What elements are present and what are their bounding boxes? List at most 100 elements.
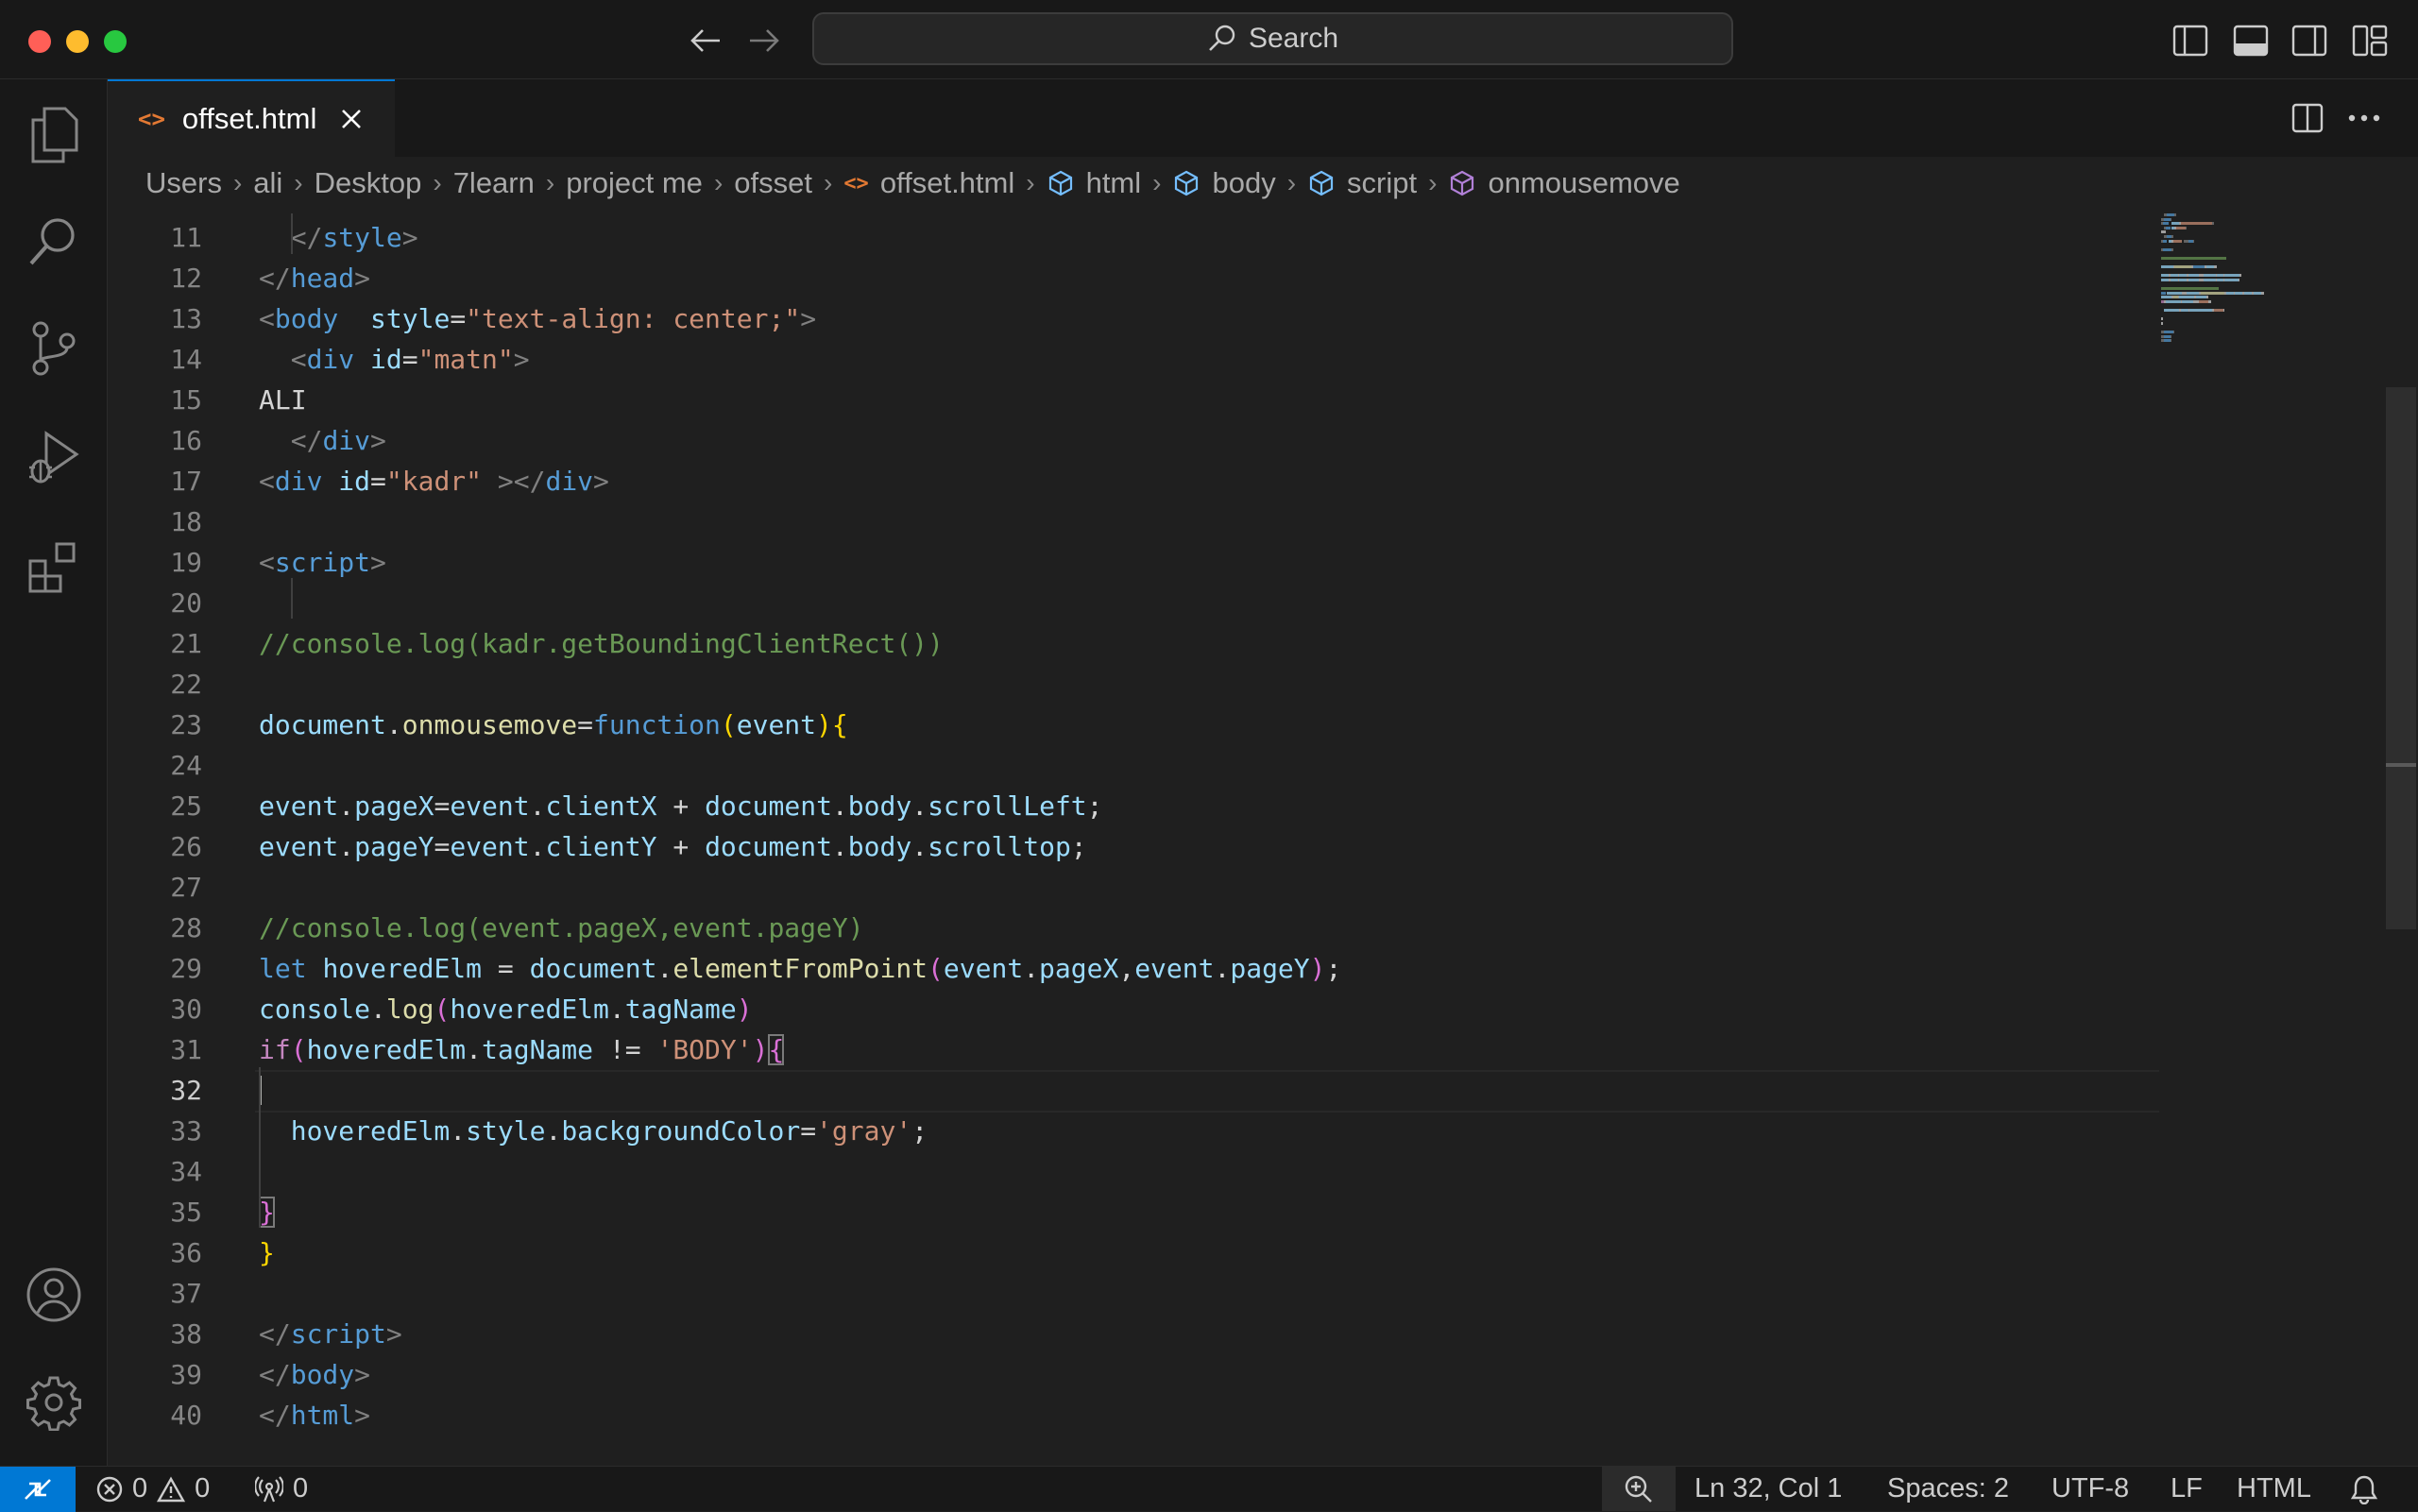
tab-offset-html[interactable]: <> offset.html [108,79,395,157]
minimap-token [2185,226,2188,229]
code-line[interactable]: 29 let hoveredElm = document.elementFromP… [108,948,2157,989]
code-line[interactable]: 33 hoveredElm.style.backgroundColor='gra… [108,1111,2157,1151]
code-line[interactable]: 40 </html> [108,1395,2157,1436]
code-line[interactable]: 30 console.log(hoveredElm.tagName) [108,989,2157,1029]
code-line[interactable]: 39 </body> [108,1354,2157,1395]
breadcrumb-symbol[interactable]: body [1172,166,1276,200]
code-line[interactable]: 13 <body style="text-align: center;"> [108,298,2157,339]
code-line[interactable]: 12 </head> [108,258,2157,298]
encoding-button[interactable]: UTF-8 [2052,1467,2129,1511]
code-line[interactable]: 37 [108,1273,2157,1314]
code-line[interactable]: 36} [108,1232,2157,1273]
minimap-token [2238,279,2240,281]
minimap-token [2200,291,2225,295]
line-number: 25 [170,790,202,822]
minimap-token [2161,265,2173,269]
ports-count: 0 [293,1473,309,1504]
minimap-token [2170,217,2172,221]
explorer-button[interactable] [21,102,87,168]
customize-layout-button[interactable] [2348,19,2392,62]
extensions-button[interactable] [21,535,87,601]
code-line[interactable]: 23 document.onmousemove=function(event){ [108,705,2157,745]
code-line[interactable]: 11 </style> [108,217,2157,258]
minimap-token [2199,300,2208,303]
toggle-primary-sidebar-button[interactable] [2169,19,2212,62]
code-line[interactable]: 16 </div> [108,420,2157,461]
breadcrumb-item[interactable]: Users [145,166,222,200]
line-number: 11 [170,222,202,253]
remote-indicator-button[interactable] [0,1467,76,1512]
minimap[interactable] [2159,210,2339,380]
code-line[interactable]: 21 //console.log(kadr.getBoundingClientRe… [108,623,2157,664]
line-number: 16 [170,425,202,456]
account-icon [26,1267,81,1322]
arrow-left-icon [690,29,720,52]
code-line[interactable]: 38 </script> [108,1314,2157,1354]
go-back-button[interactable] [682,17,729,64]
minimap-token [2162,239,2168,243]
cursor-position-button[interactable]: Ln 32, Col 1 [1694,1467,1842,1511]
code-line[interactable]: 25 event.pageX=event.clientX + document.b… [108,786,2157,826]
code-line[interactable]: 22 [108,664,2157,705]
code-line[interactable]: 26 event.pageY=event.clientY + document.b… [108,826,2157,867]
source-control-button[interactable] [21,315,87,382]
window-maximize-button[interactable] [104,30,127,53]
code-line[interactable]: 28 //console.log(event.pageX,event.pageY) [108,908,2157,948]
code-editor[interactable]: 11 </style> 12 </head> 13 <body style="text-… [108,210,2418,1466]
extensions-icon [28,542,76,593]
code-line[interactable]: 27 [108,867,2157,908]
code-line[interactable]: 18 [108,501,2157,542]
accounts-button[interactable] [21,1262,87,1328]
breadcrumb-item[interactable]: Desktop [315,166,422,200]
window-close-button[interactable] [28,30,51,53]
code-text: <div id="matn"> [290,344,530,375]
code-line[interactable]: 19 <script> [108,542,2157,583]
run-and-debug-button[interactable] [21,425,87,491]
split-editor-button[interactable] [2286,96,2329,140]
code-line[interactable]: 31 if(hoveredElm.tagName != 'BODY'){ [108,1029,2157,1070]
scrollbar-thumb[interactable] [2386,387,2416,929]
command-center-search[interactable]: Search [812,12,1733,65]
breadcrumb-symbol[interactable]: html [1047,166,1141,200]
indentation-button[interactable]: Spaces: 2 [1887,1467,2009,1511]
code-line[interactable]: 20 [108,583,2157,623]
breadcrumb-item[interactable]: project me [566,166,703,200]
minimap-token [2162,222,2169,226]
search-label: Search [1248,23,1339,54]
breadcrumb-symbol[interactable]: onmousemove [1448,166,1680,200]
code-line[interactable]: 14 <div id="matn"> [108,339,2157,380]
toggle-secondary-sidebar-button[interactable] [2288,19,2331,62]
minimap-token [2239,274,2241,278]
code-line[interactable]: 24 [108,745,2157,786]
minimap-token [2192,265,2205,269]
breadcrumb-symbol[interactable]: script [1307,166,1417,200]
code-line[interactable]: 35} [108,1192,2157,1232]
breadcrumb-file[interactable]: <> offset.html [843,166,1014,200]
notifications-button[interactable] [2350,1467,2378,1511]
code-line[interactable]: 34 [108,1151,2157,1192]
breadcrumb-item[interactable]: 7learn [453,166,535,200]
problems-indicator[interactable]: 0 0 [96,1467,210,1511]
line-number: 36 [170,1237,202,1268]
minimap-token [2170,274,2178,278]
code-text: hoveredElm.style.backgroundColor='gray'; [290,1115,928,1147]
go-forward-button[interactable] [741,17,788,64]
more-actions-button[interactable] [2342,96,2386,140]
breadcrumb-item[interactable]: ofsset [734,166,812,200]
toggle-panel-button[interactable] [2229,19,2273,62]
search-view-button[interactable] [21,208,87,274]
breadcrumb-item[interactable]: ali [253,166,282,200]
code-line[interactable]: 17 <div id="kadr" ></div> [108,461,2157,501]
code-line[interactable]: 32 [108,1070,2159,1113]
ports-indicator[interactable]: 0 [255,1467,308,1511]
split-editor-icon [2291,103,2324,133]
manage-settings-button[interactable] [21,1369,87,1436]
end-of-line-button[interactable]: LF [2171,1467,2203,1511]
zoom-indicator-button[interactable] [1602,1467,1676,1511]
code-line[interactable]: 15 ALI [108,380,2157,420]
tab-close-button[interactable] [337,105,366,133]
language-mode-button[interactable]: HTML [2237,1467,2311,1511]
code-text: //console.log(event.pageX,event.pageY) [259,912,864,943]
window-minimize-button[interactable] [66,30,89,53]
breadcrumb: Users › ali › Desktop › 7learn › project… [108,157,2418,210]
